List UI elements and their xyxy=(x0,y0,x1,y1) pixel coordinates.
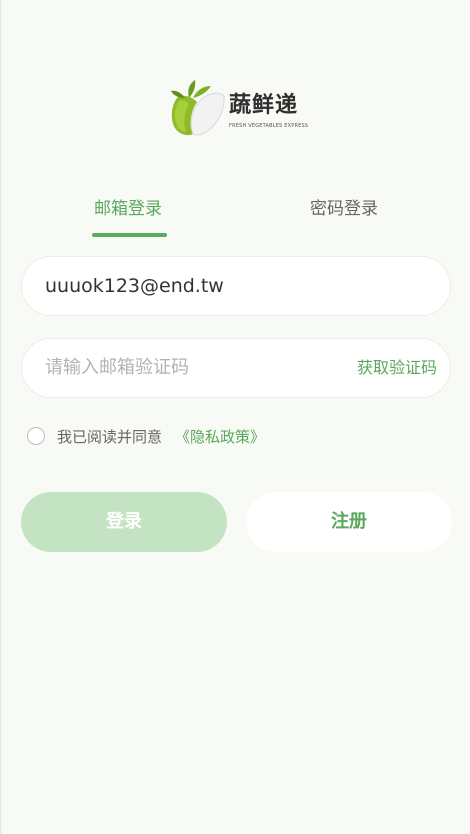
agree-checkbox[interactable] xyxy=(27,427,45,445)
brand-tagline: FRESH VEGETABLES EXPRESS xyxy=(229,123,309,129)
register-button[interactable]: 注册 xyxy=(246,492,452,552)
brand-name: 蔬鲜递 xyxy=(229,93,299,118)
get-code-button[interactable]: 获取验证码 xyxy=(357,339,437,397)
login-button[interactable]: 登录 xyxy=(21,492,227,552)
email-input-value: uuuok123@end.tw xyxy=(45,275,224,297)
privacy-policy-link[interactable]: 《隐私政策》 xyxy=(175,426,265,448)
email-field[interactable]: uuuok123@end.tw xyxy=(21,256,451,316)
login-method-tabs: 邮箱登录 密码登录 xyxy=(21,192,451,242)
app-logo: 蔬鲜递 FRESH VEGETABLES EXPRESS xyxy=(169,76,309,140)
tab-password-login[interactable]: 密码登录 xyxy=(310,192,378,226)
active-tab-indicator xyxy=(92,233,167,237)
verification-code-placeholder: 请输入邮箱验证码 xyxy=(45,357,189,378)
vegetable-logo-icon xyxy=(171,80,225,136)
verification-code-field[interactable]: 请输入邮箱验证码 获取验证码 xyxy=(21,338,451,398)
tab-email-login[interactable]: 邮箱登录 xyxy=(94,192,162,226)
agreement-text: 我已阅读并同意 xyxy=(57,428,163,446)
